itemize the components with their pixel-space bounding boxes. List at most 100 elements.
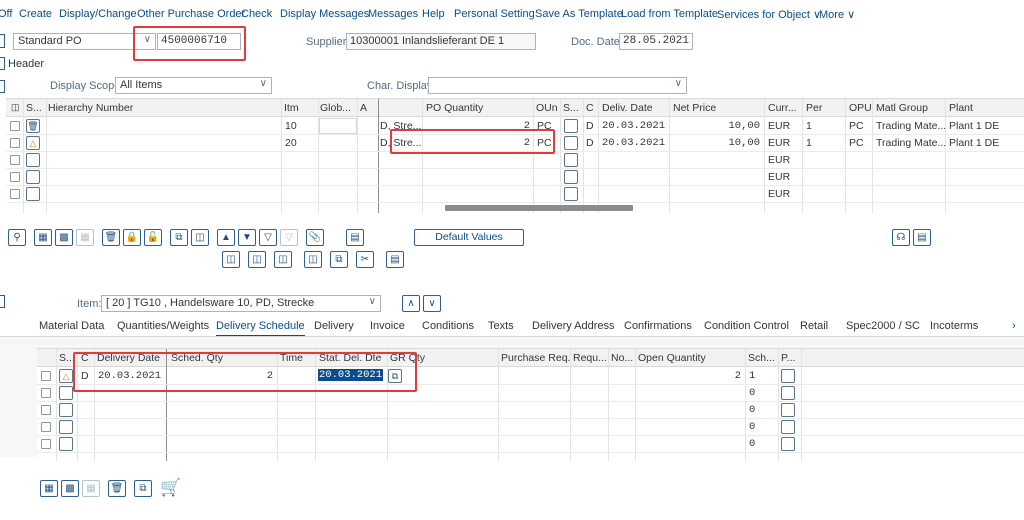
- delete-icon[interactable]: 🗑: [102, 229, 120, 246]
- item-detail-toggle-button[interactable]: [0, 295, 5, 308]
- col-hierarchy[interactable]: Hierarchy Number: [48, 102, 133, 114]
- col-time[interactable]: Time: [280, 352, 303, 364]
- filter-clear-icon[interactable]: ▽: [280, 229, 298, 246]
- row-status-button[interactable]: [26, 153, 40, 167]
- col-status[interactable]: S...: [59, 352, 75, 364]
- cell-curr[interactable]: EUR: [768, 188, 790, 200]
- menu-other-po[interactable]: Other Purchase Order: [137, 8, 245, 20]
- cell-p-button[interactable]: [781, 369, 795, 383]
- col-opu[interactable]: OPU: [849, 102, 872, 114]
- menu-display-messages[interactable]: Display Messages: [280, 8, 369, 20]
- cell-oun[interactable]: PC: [537, 137, 552, 149]
- warning-icon[interactable]: △: [26, 136, 40, 150]
- col-purchase-req[interactable]: Purchase Req.: [501, 352, 570, 364]
- select-all-icon[interactable]: ▦: [34, 229, 52, 246]
- row-status-button[interactable]: [59, 403, 73, 417]
- cell-matl-group[interactable]: Trading Mate...: [876, 120, 946, 132]
- tab-texts[interactable]: Texts: [488, 320, 514, 332]
- col-requ[interactable]: Requ...: [573, 352, 607, 364]
- cell-glob-input[interactable]: [319, 118, 357, 134]
- structure-tree-icon[interactable]: ◫: [304, 251, 322, 268]
- menu-create[interactable]: Create: [19, 8, 52, 20]
- edge-button[interactable]: [0, 34, 5, 48]
- col-a[interactable]: A: [360, 102, 367, 114]
- cell-opu[interactable]: PC: [849, 137, 864, 149]
- sort-descending-icon[interactable]: ▼: [238, 229, 256, 246]
- po-type-select[interactable]: Standard PO ∨: [13, 33, 156, 50]
- cell-deliv-date[interactable]: 20.03.2021: [602, 120, 665, 132]
- tab-delivery-address[interactable]: Delivery Address: [532, 320, 615, 332]
- select-all-icon[interactable]: ▦: [40, 480, 58, 497]
- table-row[interactable]: △ D 20.03.2021 2 20.03.2021 ⧉ 2 1: [37, 368, 1024, 385]
- menu-services-for-object[interactable]: Services for Object ∨: [717, 8, 821, 21]
- tab-spec2000[interactable]: Spec2000 / SC: [846, 320, 920, 332]
- menu-messages[interactable]: Messages: [368, 8, 418, 20]
- copy-icon[interactable]: ⧉: [170, 229, 188, 246]
- table-row[interactable]: EUR: [6, 169, 1024, 186]
- col-sch[interactable]: Sch...: [748, 352, 775, 364]
- lock-icon[interactable]: 🔒: [123, 229, 141, 246]
- menu-personal-setting[interactable]: Personal Setting: [454, 8, 535, 20]
- row-status-button[interactable]: [59, 420, 73, 434]
- select-block-icon[interactable]: ▦: [82, 480, 100, 497]
- cell-s-button[interactable]: [564, 153, 578, 167]
- row-select-checkbox[interactable]: [41, 405, 51, 415]
- item-select[interactable]: [ 20 ] TG10 , Handelsware 10, PD, Streck…: [101, 295, 381, 312]
- cell-per[interactable]: 1: [806, 137, 812, 149]
- row-select-checkbox[interactable]: [10, 172, 20, 182]
- cell-p-button[interactable]: [781, 403, 795, 417]
- table-row[interactable]: 0: [37, 419, 1024, 436]
- row-select-checkbox[interactable]: [41, 388, 51, 398]
- table-row[interactable]: 🗑 10 D, Stre... 2 PC D 20.03.2021 10,00 …: [6, 118, 1024, 135]
- col-plant[interactable]: Plant: [949, 102, 973, 114]
- cell-deliv-date[interactable]: 20.03.2021: [602, 137, 665, 149]
- col-curr[interactable]: Curr...: [768, 102, 797, 114]
- copy-doc-icon[interactable]: ⧉: [330, 251, 348, 268]
- col-delivery-date[interactable]: Delivery Date: [97, 352, 160, 364]
- table-row[interactable]: EUR: [6, 152, 1024, 169]
- menu-off[interactable]: Off: [0, 8, 12, 20]
- row-select-checkbox[interactable]: [41, 422, 51, 432]
- menu-help[interactable]: Help: [422, 8, 445, 20]
- cell-net-price[interactable]: 10,00: [670, 137, 760, 149]
- cell-s-button[interactable]: [564, 119, 578, 133]
- cell-s-button[interactable]: [564, 136, 578, 150]
- tab-retail[interactable]: Retail: [800, 320, 828, 332]
- tab-incoterms[interactable]: Incoterms: [930, 320, 978, 332]
- tab-delivery[interactable]: Delivery: [314, 320, 354, 332]
- supplier-field[interactable]: 10300001 Inlandslieferant DE 1: [346, 33, 536, 50]
- cut-icon[interactable]: ✂: [356, 251, 374, 268]
- chevron-up-icon[interactable]: ∧: [402, 295, 420, 312]
- char-display-select[interactable]: ∨: [428, 77, 687, 94]
- attachment-icon[interactable]: 📎: [306, 229, 324, 246]
- deselect-all-icon[interactable]: ▩: [61, 480, 79, 497]
- hierarchy-icon[interactable]: ◫: [191, 229, 209, 246]
- cell-p-button[interactable]: [781, 420, 795, 434]
- row-select-checkbox[interactable]: [10, 189, 20, 199]
- col-p[interactable]: P...: [781, 352, 795, 364]
- cell-matl-group[interactable]: Trading Mate...: [876, 137, 946, 149]
- delete-icon[interactable]: 🗑: [108, 480, 126, 497]
- chevron-right-icon[interactable]: ›: [1012, 320, 1016, 332]
- filter-icon[interactable]: ▽: [259, 229, 277, 246]
- default-values-button[interactable]: Default Values: [414, 229, 524, 246]
- row-select-checkbox[interactable]: [10, 138, 20, 148]
- headset-icon[interactable]: ☊: [892, 229, 910, 246]
- cell-p-button[interactable]: [781, 437, 795, 451]
- tab-quantities-weights[interactable]: Quantities/Weights: [117, 320, 209, 332]
- cell-curr[interactable]: EUR: [768, 171, 790, 183]
- col-gr-qty[interactable]: GR Qty: [390, 352, 425, 364]
- menu-more[interactable]: More ∨: [819, 8, 855, 21]
- chevron-down-icon[interactable]: ∨: [423, 295, 441, 312]
- col-glob[interactable]: Glob...: [320, 102, 351, 114]
- col-no[interactable]: No...: [611, 352, 633, 364]
- row-status-button[interactable]: [26, 187, 40, 201]
- cell-stat-del-dte[interactable]: 20.03.2021: [318, 369, 384, 381]
- cell-delivery-date[interactable]: 20.03.2021: [98, 370, 161, 382]
- row-select-checkbox[interactable]: [41, 439, 51, 449]
- col-matl-group[interactable]: Matl Group: [876, 102, 928, 114]
- table-row[interactable]: 0: [37, 385, 1024, 402]
- col-sched-qty[interactable]: Sched. Qty: [171, 352, 223, 364]
- row-select-checkbox[interactable]: [10, 121, 20, 131]
- deselect-all-icon[interactable]: ▩: [55, 229, 73, 246]
